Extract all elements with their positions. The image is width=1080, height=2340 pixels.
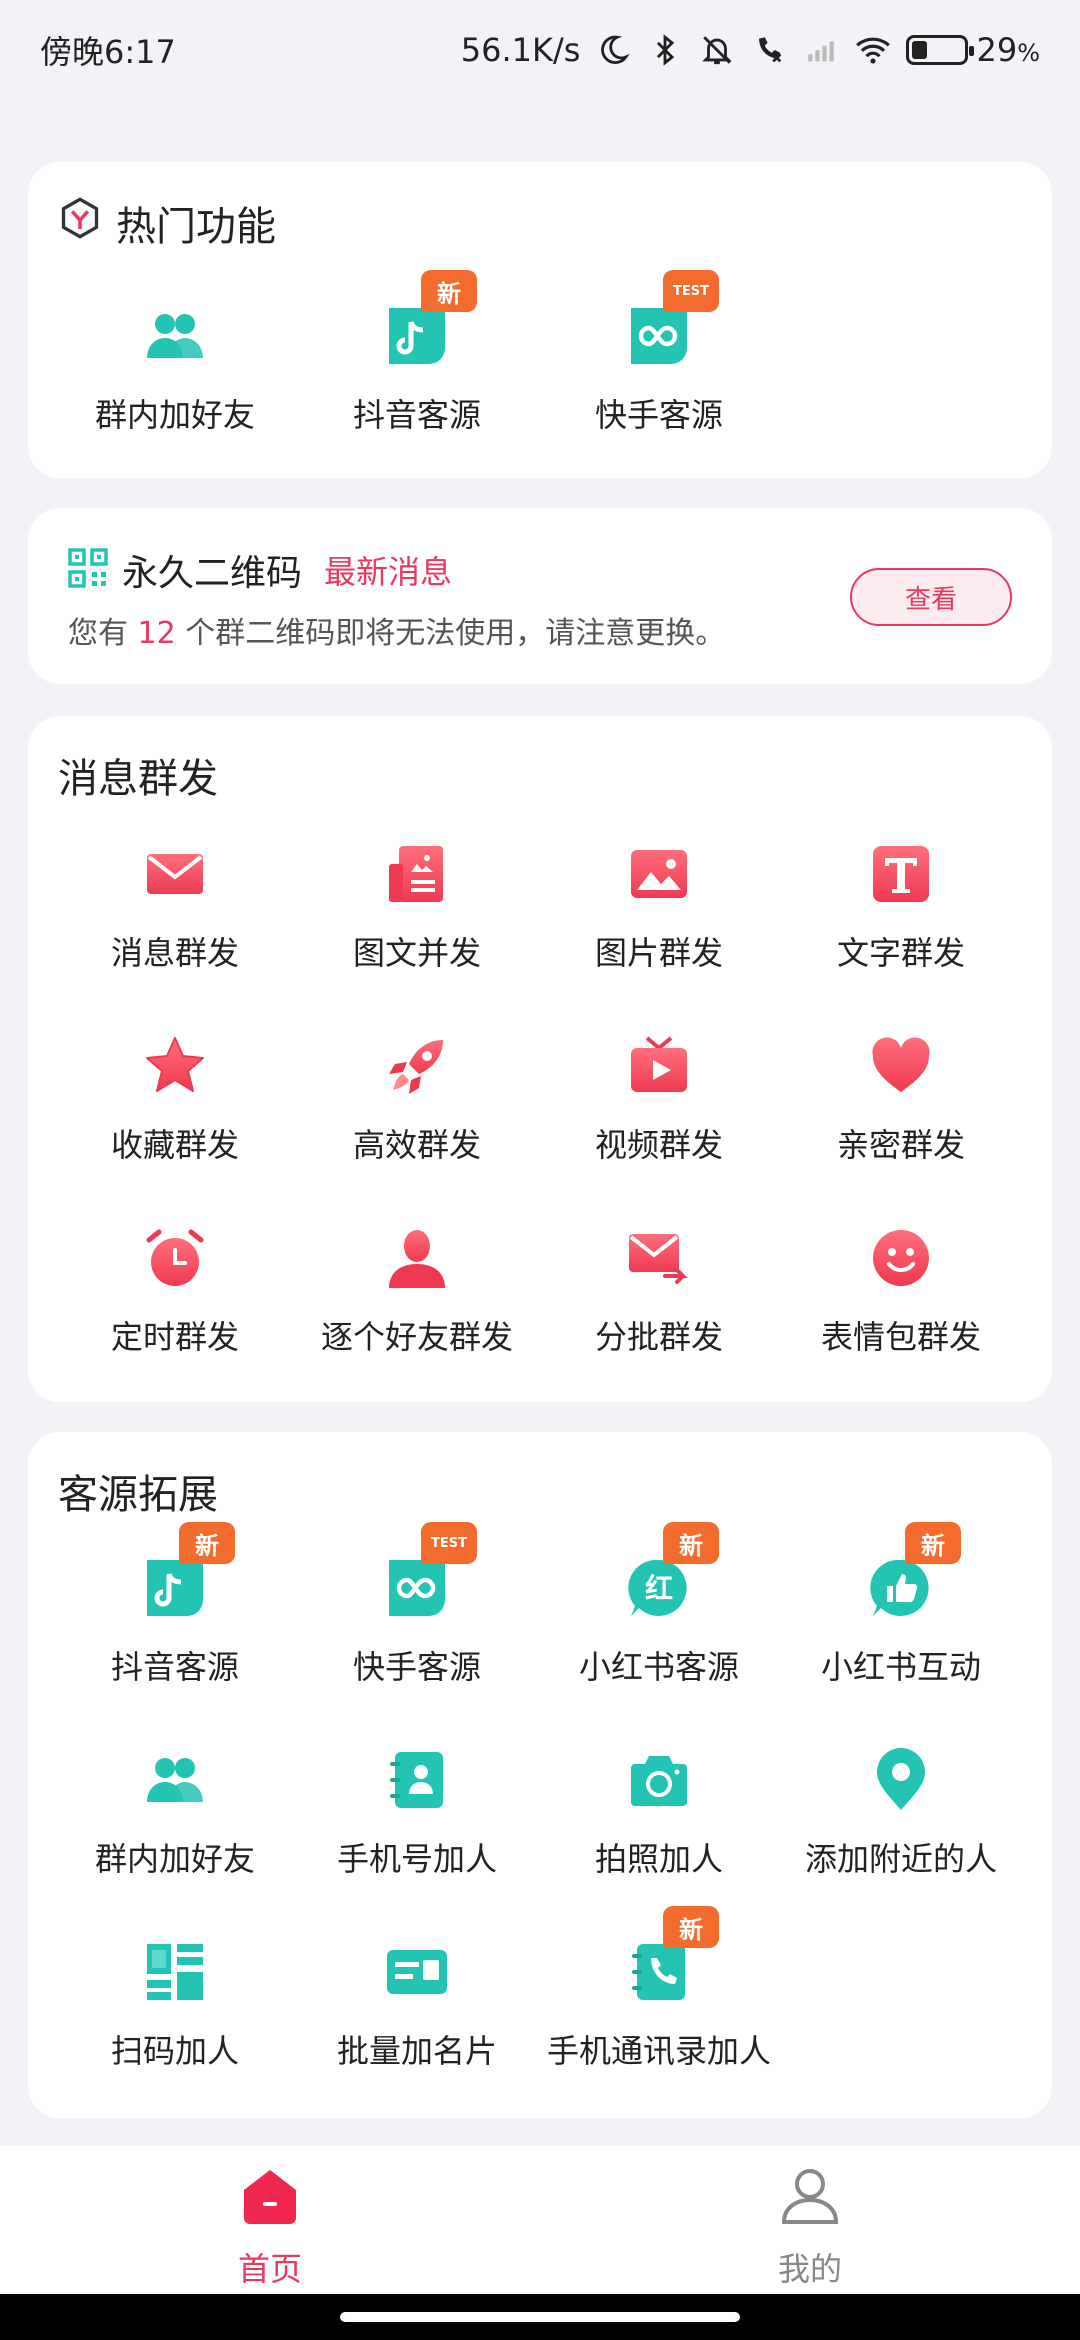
user-profile-icon (780, 2166, 840, 2230)
battery-icon (906, 35, 975, 65)
qr-description: 您有 12 个群二维码即将无法使用，请注意更换。 (68, 616, 726, 651)
new-badge: 新 (663, 1522, 719, 1564)
home-indicator[interactable] (340, 2312, 740, 2322)
svg-text:红: 红 (645, 1572, 673, 1605)
hot-item-douyin[interactable]: 新 抖音客源 (296, 270, 538, 436)
source-item-group-add[interactable]: 群内加好友 (54, 1748, 296, 1880)
broadcast-item-efficient[interactable]: 高效群发 (296, 1034, 538, 1166)
source-item-photo[interactable]: 拍照加人 (538, 1748, 780, 1880)
location-pin-icon (869, 1748, 933, 1812)
group-icon (143, 1748, 207, 1812)
tv-play-icon (627, 1034, 691, 1098)
source-item-douyin[interactable]: 新 抖音客源 (54, 1522, 296, 1688)
rocket-icon (385, 1034, 449, 1098)
home-icon (240, 2166, 300, 2230)
customer-source-card: 客源拓展 新 抖音客源 TEST 快手客源 红 新 小红书客源 新 小红书互动 … (28, 1432, 1052, 2118)
picture-icon (627, 842, 691, 906)
new-badge: 新 (663, 1906, 719, 1948)
person-icon (385, 1226, 449, 1290)
call-blocked-icon (750, 31, 788, 69)
kuaishou-icon: TEST (385, 1522, 477, 1620)
battery-unit: % (1017, 39, 1040, 67)
customer-source-title: 客源拓展 (58, 1472, 218, 1518)
bottom-nav: 首页 我的 (0, 2146, 1080, 2294)
battery: 29% (906, 31, 1040, 69)
status-time: 傍晚6:17 (40, 33, 176, 71)
hot-functions-card: 热门功能 群内加好友 新 抖音客源 TEST 快手客源 (28, 162, 1052, 478)
source-item-xiaohongshu-interact[interactable]: 新 小红书互动 (780, 1522, 1022, 1688)
new-badge: 新 (905, 1522, 961, 1564)
mail-forward-icon (627, 1226, 691, 1290)
source-item-nearby[interactable]: 添加附近的人 (780, 1748, 1022, 1880)
thumbs-up-icon: 新 (869, 1522, 961, 1620)
qr-code-icon (68, 548, 108, 592)
hot-item-group-add[interactable]: 群内加好友 (54, 304, 296, 436)
broadcast-item-picture[interactable]: 图片群发 (538, 842, 780, 974)
group-icon (143, 304, 207, 368)
broadcast-item-scheduled[interactable]: 定时群发 (54, 1226, 296, 1358)
scan-grid-icon (143, 1940, 207, 2004)
source-item-phone-number[interactable]: 手机号加人 (296, 1748, 538, 1880)
envelope-icon (143, 842, 207, 906)
moon-icon (594, 31, 632, 69)
image-text-icon (385, 842, 449, 906)
broadcast-card: 消息群发 消息群发 图文并发 图片群发 文字群发 收藏群发 高效群发 视频群发 … (28, 716, 1052, 1402)
broadcast-item-video[interactable]: 视频群发 (538, 1034, 780, 1166)
bell-muted-icon (698, 31, 736, 69)
qr-new-message: 最新消息 (324, 553, 453, 591)
qr-header: 永久二维码 最新消息 (68, 544, 452, 596)
broadcast-item-batch[interactable]: 分批群发 (538, 1226, 780, 1358)
new-badge: 新 (421, 270, 477, 312)
test-badge: TEST (421, 1522, 477, 1564)
status-icons: 56.1K/s 29% (461, 31, 1040, 69)
qr-title: 永久二维码 (122, 553, 303, 594)
new-badge: 新 (179, 1522, 235, 1564)
xiaohongshu-icon: 红 新 (627, 1522, 719, 1620)
nav-mine[interactable]: 我的 (710, 2166, 910, 2290)
permanent-qr-card: 永久二维码 最新消息 您有 12 个群二维码即将无法使用，请注意更换。 查看 (28, 508, 1052, 684)
hot-functions-title: 热门功能 (58, 194, 276, 252)
kuaishou-icon: TEST (627, 270, 719, 368)
source-item-business-card[interactable]: 批量加名片 (296, 1940, 538, 2072)
broadcast-title: 消息群发 (58, 756, 218, 802)
wifi-icon (854, 31, 892, 69)
test-badge: TEST (663, 270, 719, 312)
view-button[interactable]: 查看 (850, 568, 1012, 626)
broadcast-item-intimate[interactable]: 亲密群发 (780, 1034, 1022, 1166)
douyin-icon: 新 (143, 1522, 235, 1620)
nav-home[interactable]: 首页 (170, 2166, 370, 2290)
camera-icon (627, 1748, 691, 1812)
hot-item-kuaishou[interactable]: TEST 快手客源 (538, 270, 780, 436)
heart-icon (869, 1034, 933, 1098)
network-speed: 56.1K/s (460, 31, 581, 69)
broadcast-item-one-by-one[interactable]: 逐个好友群发 (296, 1226, 538, 1358)
smiley-icon (869, 1226, 933, 1290)
broadcast-item-image-text[interactable]: 图文并发 (296, 842, 538, 974)
battery-level: 29 (976, 31, 1018, 69)
contact-book-icon (385, 1748, 449, 1812)
hexagon-logo-icon (58, 196, 102, 250)
status-bar: 傍晚6:17 56.1K/s 29% (0, 0, 1080, 100)
bluetooth-icon (646, 31, 684, 69)
phone-book-icon: 新 (627, 1906, 719, 2004)
source-item-scan[interactable]: 扫码加人 (54, 1940, 296, 2072)
text-t-icon (869, 842, 933, 906)
broadcast-item-message[interactable]: 消息群发 (54, 842, 296, 974)
qr-expiring-count: 12 (137, 616, 176, 651)
alarm-clock-icon (143, 1226, 207, 1290)
star-icon (143, 1034, 207, 1098)
source-item-xiaohongshu[interactable]: 红 新 小红书客源 (538, 1522, 780, 1688)
broadcast-item-text[interactable]: 文字群发 (780, 842, 1022, 974)
source-item-phone-contacts[interactable]: 新 手机通讯录加人 (538, 1906, 780, 2072)
broadcast-item-emoji[interactable]: 表情包群发 (780, 1226, 1022, 1358)
broadcast-item-favorites[interactable]: 收藏群发 (54, 1034, 296, 1166)
source-item-kuaishou[interactable]: TEST 快手客源 (296, 1522, 538, 1688)
douyin-icon: 新 (385, 270, 477, 368)
business-card-icon (385, 1940, 449, 2004)
signal-icon (802, 31, 840, 69)
